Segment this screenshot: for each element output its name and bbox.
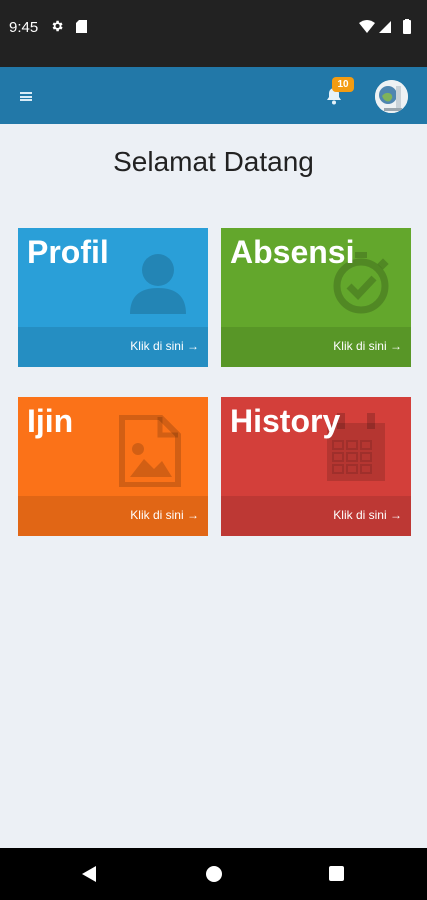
menu-icon[interactable] [20,92,32,101]
status-bar: 9:45 [0,0,427,67]
page-title: Selamat Datang [113,146,314,177]
battery-icon [403,20,411,34]
profil-tile[interactable]: Profil Klik di sini → [18,228,208,367]
home-icon[interactable] [206,866,222,882]
ijin-tile[interactable]: Ijin Klik di sini → [18,397,208,536]
app-bar [0,67,427,124]
system-status-icons [359,19,411,34]
tile-footer: Klik di sini → [18,327,208,367]
user-icon [130,254,186,314]
tile-label: Ijin [27,403,74,439]
tile-label: Absensi [230,234,355,270]
tile-link[interactable]: Klik di sini → [333,508,402,522]
back-icon[interactable] [82,866,97,882]
system-nav-bar [0,848,427,900]
tile-footer: Klik di sini → [18,496,208,536]
signal-icon [379,21,391,33]
sd-card-icon [76,20,87,33]
notification-badge: 10 [332,77,354,92]
recents-icon[interactable] [329,866,344,881]
tile-link[interactable]: Klik di sini → [130,508,199,522]
tile-link[interactable]: Klik di sini → [333,339,402,353]
tile-footer: Klik di sini → [221,327,411,367]
settings-icon [52,20,63,32]
history-tile[interactable]: History Klik di sini → [221,397,411,536]
tile-label: History [230,403,341,439]
tile-footer: Klik di sini → [221,496,411,536]
avatar-image [375,80,408,113]
tile-link[interactable]: Klik di sini → [130,339,199,353]
avatar[interactable] [375,80,408,113]
image-file-icon [119,415,181,487]
wifi-icon [359,20,375,33]
status-time: 9:45 [9,19,39,36]
tile-label: Profil [27,234,109,270]
absensi-tile[interactable]: Absensi Klik di sini → [221,228,411,367]
